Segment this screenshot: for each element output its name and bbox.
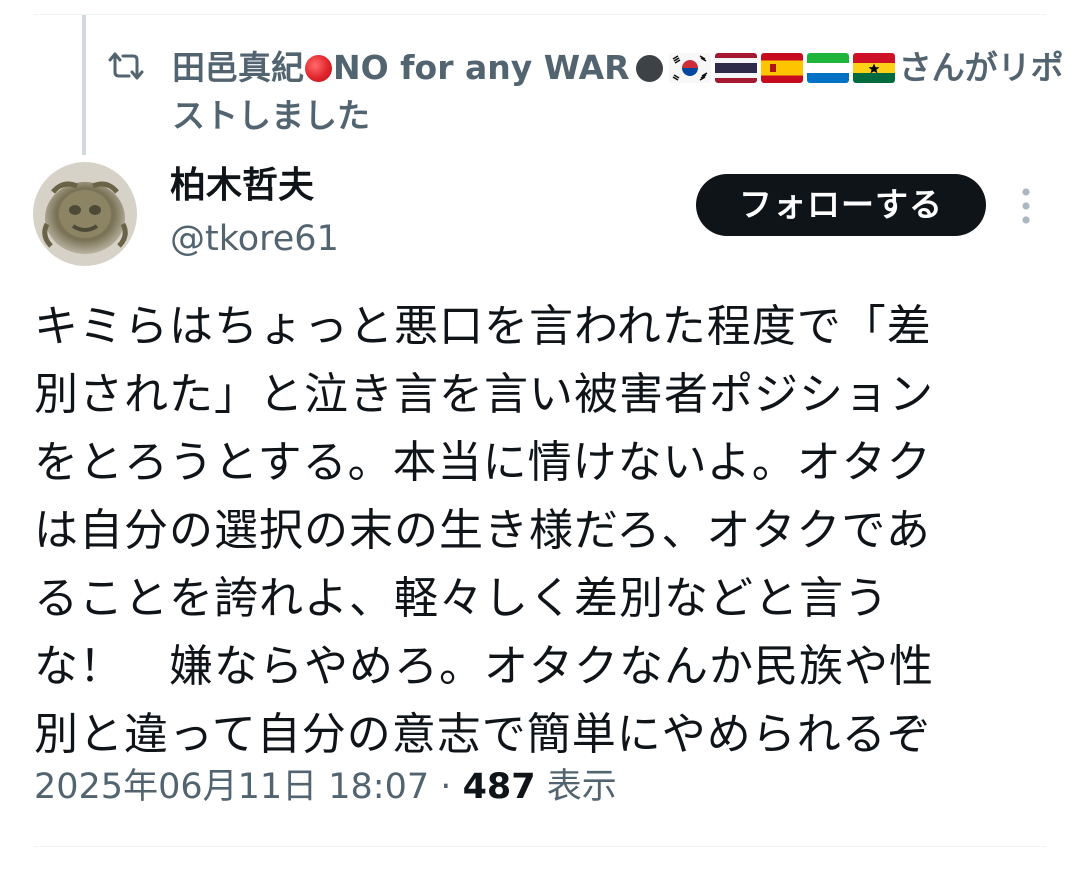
author-handle[interactable]: @tkore61 <box>170 214 339 264</box>
flag-thailand-icon <box>714 53 757 83</box>
tweet-text-line: は自分の選択の末の生き様だろ、オタクであ <box>34 505 931 556</box>
tweet-text-line: 別された」と泣き言を言い被害者ポジション <box>34 369 934 420</box>
flag-spain-icon <box>760 53 803 83</box>
repost-icon <box>108 50 144 82</box>
views-count[interactable]: 487 <box>463 767 536 807</box>
tweet-text-line: 別と違って自分の意志で簡単にやめられるぞ <box>34 709 932 760</box>
top-divider <box>34 14 1046 15</box>
tweet-timestamp[interactable]: 2025年06月11日 18:07 <box>34 767 429 807</box>
flag-ghana-icon <box>852 53 895 83</box>
flag-sierra-leone-icon <box>806 53 849 83</box>
repost-context[interactable]: 田邑真紀 NO for any WAR さんがリポストしました <box>108 44 1068 140</box>
more-vertical-icon[interactable] <box>1014 186 1038 226</box>
black-circle-emoji <box>635 55 663 82</box>
meta-separator: · <box>440 767 452 807</box>
reposter-name[interactable]: 田邑真紀 <box>172 48 304 87</box>
tweet-text-line: をとろうとする。本当に情けないよ。オタク <box>34 437 932 488</box>
tweet-text-line: な！ 嫌ならやめろ。オタクなんか民族や性 <box>34 641 934 692</box>
tweet-meta: 2025年06月11日 18:07 · 487 表示 <box>34 762 617 812</box>
tweet-text-line: ることを誇れよ、軽々しく差別などと言う <box>34 573 889 624</box>
views-label: 表示 <box>546 767 617 807</box>
tweet-text: キミらはちょっと悪口を言われた程度で「差 別された」と泣き言を言い被害者ポジショ… <box>34 293 1044 769</box>
follow-button[interactable]: フォローする <box>696 174 986 236</box>
red-circle-emoji <box>305 55 332 82</box>
author-display-name[interactable]: 柏木哲夫 <box>170 161 314 211</box>
reposter-name-suffix: NO for any WAR <box>333 48 630 87</box>
thread-line <box>82 15 86 155</box>
avatar[interactable] <box>33 162 137 266</box>
tweet-text-line: キミらはちょっと悪口を言われた程度で「差 <box>34 301 932 352</box>
flag-south-korea-icon <box>668 53 711 83</box>
bottom-divider <box>34 846 1046 847</box>
repost-text: 田邑真紀 NO for any WAR さんがリポストしました <box>172 44 1068 140</box>
